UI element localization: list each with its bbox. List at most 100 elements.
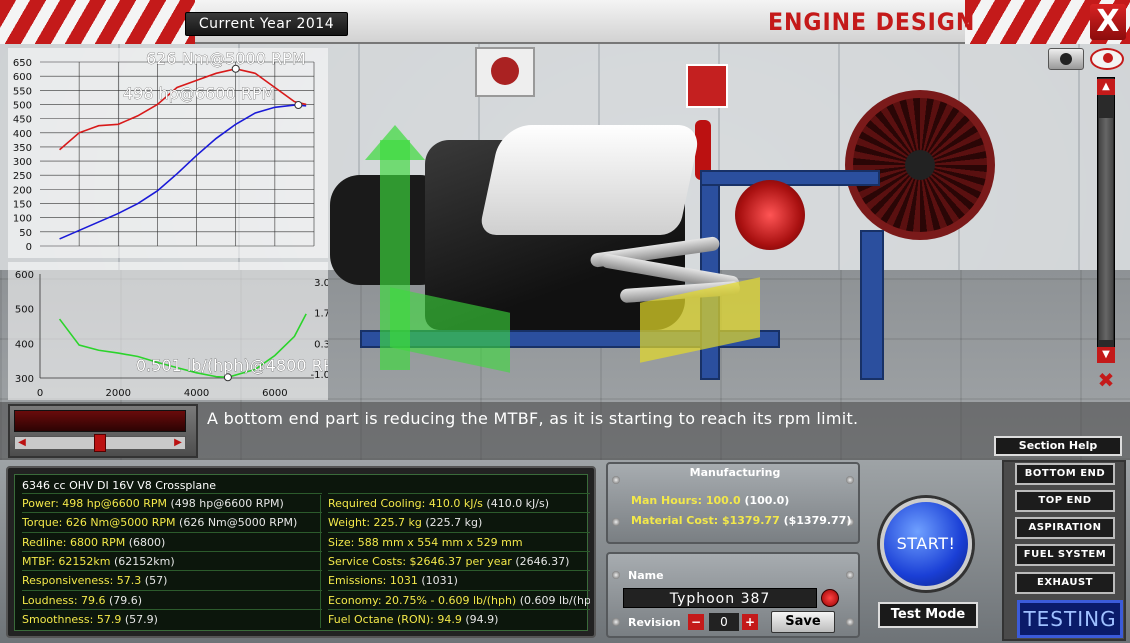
y-tick-label: 0	[26, 242, 32, 253]
dyno-coupling	[735, 180, 805, 250]
power-line	[59, 104, 307, 240]
mini-display	[14, 410, 186, 432]
stat-paren-value: (2646.37)	[515, 554, 570, 568]
nav-testing[interactable]: TESTING	[1017, 600, 1123, 638]
engine-stand-top-rail	[700, 170, 880, 186]
camera-icon[interactable]	[1048, 48, 1084, 70]
y-tick-label: 400	[13, 129, 32, 140]
economy-graph: 600 500 400 300 3.0 1.7 0.3 -1.0 0 2000 4000 6000 0.…	[8, 262, 328, 400]
slider-right-arrow-icon[interactable]: ▶	[172, 436, 184, 450]
y-tick-label: 300	[13, 157, 32, 168]
y-tick-label-left: 400	[15, 339, 34, 350]
y-tick-label: 100	[13, 214, 32, 225]
y-tick-label-right: 0.3	[314, 339, 328, 350]
y-tick-label: 150	[13, 200, 32, 211]
nav-aspiration[interactable]: ASPIRATION	[1015, 517, 1115, 539]
stat-label: Loudness: 79.6	[22, 593, 110, 607]
stat-paren-value: (410.0 kJ/s)	[486, 497, 550, 510]
current-year-label: Current Year 2014	[185, 12, 348, 36]
header-stripes-left	[0, 0, 195, 44]
stat-label: Smoothness: 57.9	[22, 612, 125, 626]
stat-row: Loudness: 79.6 (79.6)	[22, 589, 322, 609]
revision-decrement-button[interactable]: −	[688, 614, 704, 630]
x-tick-label: 4000	[184, 388, 209, 399]
section-help-button[interactable]: Section Help	[994, 436, 1122, 456]
stat-paren-value: (57.9)	[124, 612, 158, 626]
y-tick-label: 450	[13, 115, 32, 126]
stat-label: Torque: 626 Nm@5000 RPM	[22, 516, 180, 530]
scrollbar-thumb[interactable]	[1099, 118, 1113, 340]
dyno-fan-hub	[905, 150, 935, 180]
stat-row: Smoothness: 57.9 (57.9)	[22, 608, 322, 628]
screw	[612, 476, 620, 484]
engine-cover	[478, 125, 702, 235]
stat-row: Size: 588 mm x 554 mm x 529 mm	[328, 531, 590, 551]
stat-row: Economy: 20.75% - 0.609 lb/(hph) (0.609 …	[328, 589, 590, 609]
slider-left-arrow-icon[interactable]: ◀	[16, 436, 28, 450]
nav-top-end[interactable]: TOP END	[1015, 490, 1115, 512]
stat-row: Emissions: 1031 (1031)	[328, 570, 590, 589]
randomize-name-icon[interactable]	[821, 589, 839, 607]
y-tick-label: 200	[13, 185, 32, 196]
revision-value: 0	[709, 613, 739, 631]
reset-view-icon[interactable]: ✖	[1092, 368, 1120, 392]
stat-paren-value: (62152km)	[114, 554, 175, 568]
stat-paren-value: (6800)	[128, 535, 166, 549]
stat-label: Redline: 6800 RPM	[22, 535, 129, 549]
stat-label: Weight: 225.7 kg	[328, 516, 426, 530]
stat-row: Service Costs: $2646.37 per year (2646.3…	[328, 550, 590, 570]
stat-label: Service Costs: $2646.37 per year	[328, 554, 516, 568]
revision-increment-button[interactable]: +	[742, 614, 758, 630]
y-tick-label-right: 3.0	[314, 278, 328, 289]
x-tick-label: 2000	[106, 388, 131, 399]
nav-exhaust[interactable]: EXHAUST	[1015, 572, 1115, 594]
power-peak-annotation: 498 hp@6600 RPM	[123, 84, 275, 103]
scroll-up-button[interactable]: ▲	[1097, 79, 1115, 95]
x-tick-label: 6000	[262, 388, 287, 399]
stat-row: MTBF: 62152km (62152km)	[22, 550, 322, 570]
material-cost-row: Material Cost: $1379.77 ($1379.77)	[631, 514, 851, 527]
engine-name-input[interactable]: Typhoon 387	[623, 588, 817, 608]
man-hours-row: Man Hours: 100.0 (100.0)	[631, 494, 789, 507]
screw	[846, 618, 854, 626]
y-tick-label: 550	[13, 86, 32, 97]
stat-label: Responsiveness: 57.3	[22, 574, 145, 588]
test-mode-button[interactable]: Test Mode	[878, 602, 978, 628]
stat-paren-value: (94.9)	[465, 612, 499, 626]
stat-row: Required Cooling: 410.0 kJ/s (410.0 kJ/s…	[328, 493, 590, 512]
screw	[846, 571, 854, 579]
slider-thumb[interactable]	[94, 434, 106, 452]
scroll-down-button[interactable]: ▼	[1097, 347, 1115, 363]
power-torque-graph-svg: 6506005505004504003503002502001501005006…	[13, 49, 315, 253]
start-button[interactable]: START!	[880, 498, 972, 590]
y-tick-label: 50	[19, 228, 32, 239]
y-tick-label-left: 500	[15, 305, 34, 316]
material-cost-paren: ($1379.77)	[783, 514, 852, 527]
stat-paren-value: (0.609 lb/(hph))	[519, 593, 590, 607]
airflow-arrow-head	[365, 125, 425, 160]
stat-label: Fuel Octane (RON): 94.9	[328, 612, 466, 626]
man-hours-paren: (100.0)	[744, 494, 790, 507]
stat-paren-value: (57)	[144, 574, 168, 588]
close-button[interactable]: X	[1090, 4, 1126, 40]
stat-label: Power: 498 hp@6600 RPM	[22, 497, 171, 510]
x-tick-label: 0	[37, 388, 43, 399]
nav-bottom-end[interactable]: BOTTOM END	[1015, 463, 1115, 485]
manufacturing-title: Manufacturing	[689, 466, 781, 479]
economy-graph-svg: 6005004003003.01.70.3-1.00 2000 4000 60000.…	[15, 270, 328, 399]
stat-row: Redline: 6800 RPM (6800)	[22, 531, 322, 551]
y-tick-label: 600	[13, 72, 32, 83]
eye-icon[interactable]	[1090, 48, 1124, 70]
y-tick-label: 250	[13, 171, 32, 182]
stat-paren-value: (1031)	[421, 574, 458, 588]
page-title: ENGINE DESIGN	[768, 8, 976, 36]
stat-row: Torque: 626 Nm@5000 RPM (626 Nm@5000 RPM…	[22, 512, 322, 531]
torque-peak-annotation: 626 Nm@5000 RPM	[146, 49, 306, 68]
save-button[interactable]: Save	[771, 611, 835, 633]
screw	[612, 571, 620, 579]
stat-label: Size: 588 mm x 554 mm x 529 mm	[328, 535, 523, 549]
wall-poster	[475, 47, 535, 97]
nav-fuel-system[interactable]: FUEL SYSTEM	[1015, 544, 1115, 566]
fire-exit-sign	[686, 64, 728, 108]
power-torque-graph: 650 600 550 500 450 400 350 300 250 200 150 100 50 0 6…	[8, 48, 328, 258]
